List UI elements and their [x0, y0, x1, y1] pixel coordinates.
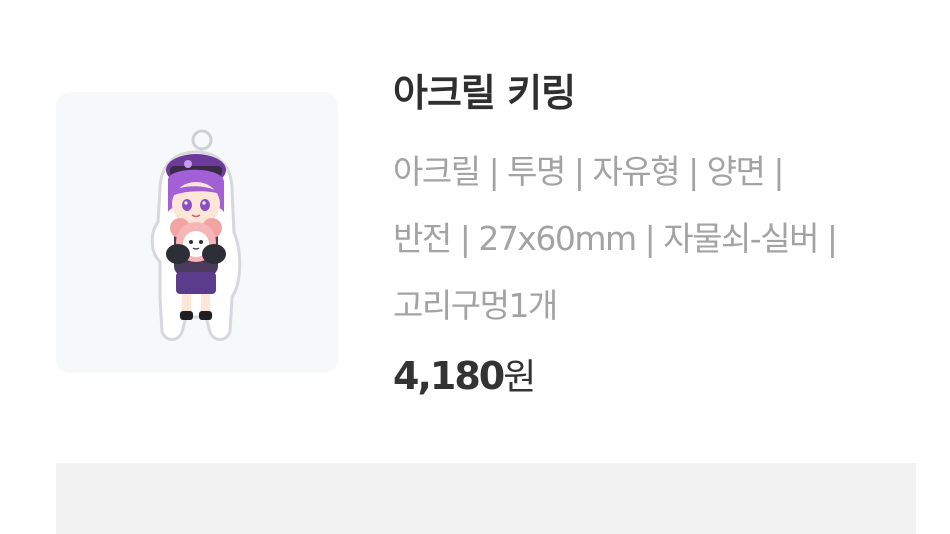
product-title: 아크릴 키링 — [393, 71, 576, 115]
description-line: 아크릴 | 투명 | 자유형 | 양면 | — [393, 152, 785, 191]
description-line: 고리구멍1개 — [393, 286, 558, 325]
price-currency-unit: 원 — [503, 357, 537, 398]
price-amount: 4,180 — [393, 354, 505, 398]
bottom-panel — [56, 463, 916, 534]
description-line: 반전 | 27x60mm | 자물쇠-실버 | — [393, 219, 838, 258]
acrylic-keyring-character-illustration — [150, 129, 242, 341]
product-card: 아크릴 키링 아크릴 | 투명 | 자유형 | 양면 | 반전 | 27x60m… — [0, 0, 950, 534]
product-description: 아크릴 | 투명 | 자유형 | 양면 | 반전 | 27x60mm | 자물쇠… — [393, 138, 933, 339]
product-price: 4,180원 — [393, 348, 536, 400]
product-thumbnail[interactable] — [56, 92, 338, 373]
